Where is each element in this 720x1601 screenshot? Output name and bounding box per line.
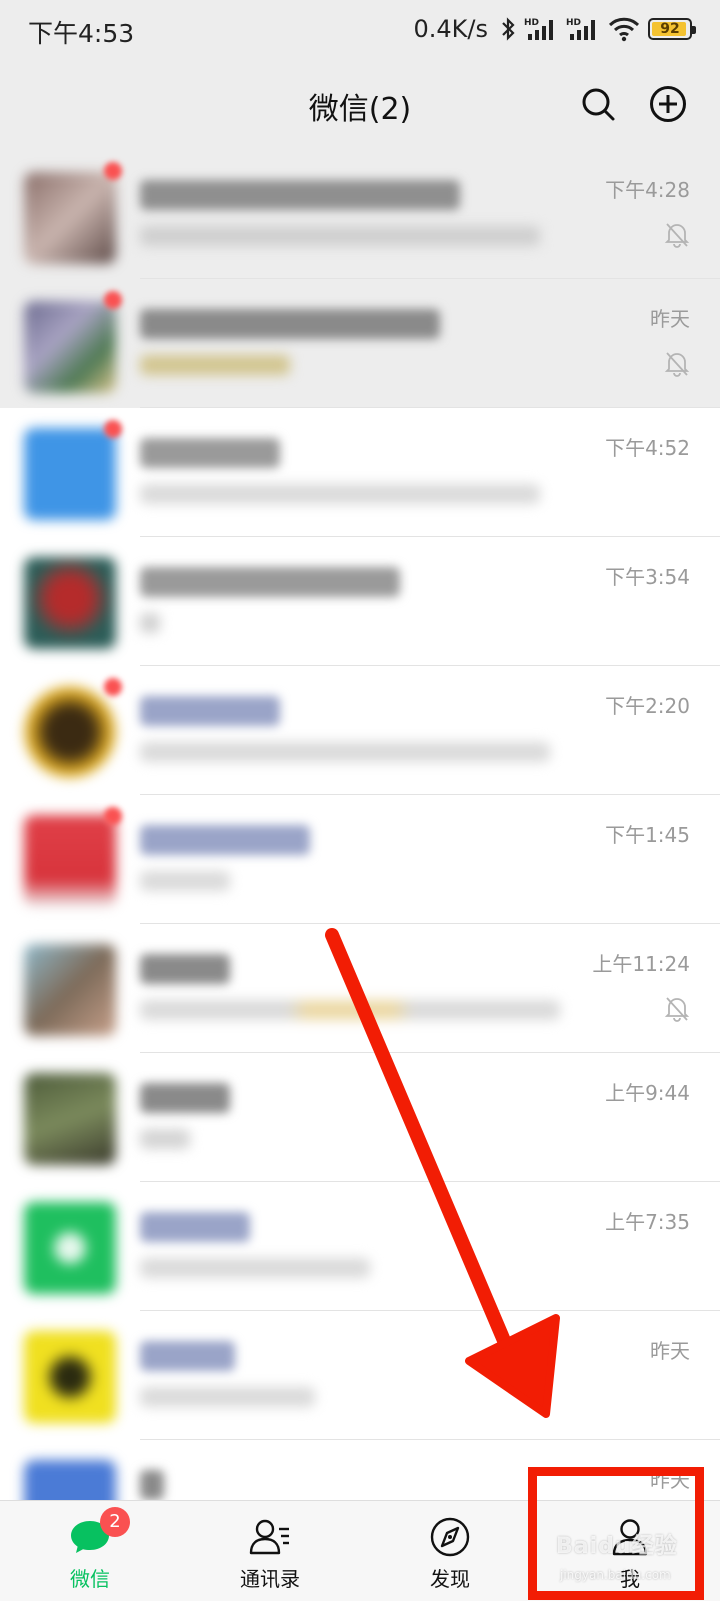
annotation-arrow xyxy=(325,928,560,1418)
watermark-url: jingyan.baidu.com xyxy=(560,1568,671,1582)
watermark: Baidu经验 xyxy=(556,1534,678,1559)
